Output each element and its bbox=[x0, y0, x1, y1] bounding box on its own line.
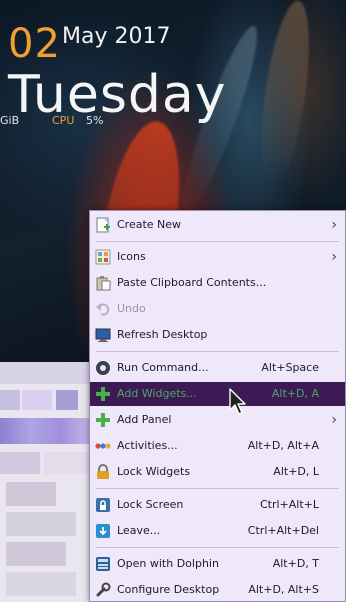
menu-item-shortcut: Alt+D, A bbox=[271, 387, 319, 400]
menu-item-undo[interactable]: Undo bbox=[90, 297, 345, 321]
menu-item-run-command[interactable]: Run Command... Alt+Space bbox=[90, 356, 345, 380]
menu-item-refresh-desktop[interactable]: Refresh Desktop bbox=[90, 323, 345, 347]
leave-icon bbox=[95, 523, 111, 539]
paste-icon bbox=[95, 275, 111, 291]
menu-item-paste-clipboard[interactable]: Paste Clipboard Contents... bbox=[90, 271, 345, 295]
menu-item-add-panel[interactable]: Add Panel › bbox=[90, 408, 345, 432]
run-command-icon bbox=[95, 360, 111, 376]
activities-icon bbox=[95, 438, 111, 454]
menu-item-shortcut: Alt+D, Alt+S bbox=[248, 583, 319, 596]
menu-item-label: Lock Widgets bbox=[117, 465, 191, 478]
menu-item-label: Configure Desktop bbox=[117, 583, 220, 596]
menu-item-label: Add Widgets... bbox=[117, 387, 197, 400]
menu-item-open-with-dolphin[interactable]: Open with Dolphin Alt+D, T bbox=[90, 552, 345, 576]
ram-usage-text: GiB bbox=[0, 114, 20, 127]
menu-item-label: Add Panel bbox=[117, 413, 172, 426]
clock-month-year: May 2017 bbox=[62, 24, 171, 49]
menu-item-label: Refresh Desktop bbox=[117, 328, 208, 341]
lock-icon bbox=[95, 464, 111, 480]
undo-icon bbox=[95, 301, 111, 317]
lock-screen-icon bbox=[95, 497, 111, 513]
menu-item-icons[interactable]: Icons › bbox=[90, 245, 345, 269]
chevron-right-icon: › bbox=[331, 249, 337, 265]
menu-item-label: Undo bbox=[117, 302, 146, 315]
plus-icon bbox=[95, 386, 111, 402]
menu-item-shortcut: Ctrl+Alt+L bbox=[259, 498, 319, 511]
menu-item-create-new[interactable]: Create New › bbox=[90, 213, 345, 237]
cpu-label: CPU bbox=[52, 114, 75, 127]
desktop-context-menu: Create New › Icons › Paste Clipboard Con… bbox=[89, 210, 346, 602]
icons-grid-icon bbox=[95, 249, 111, 265]
menu-item-shortcut: Alt+D, T bbox=[272, 557, 319, 570]
chevron-right-icon: › bbox=[331, 412, 337, 428]
menu-item-shortcut: Ctrl+Alt+Del bbox=[247, 524, 319, 537]
menu-item-label: Icons bbox=[117, 250, 146, 263]
wallpaper-streak bbox=[251, 0, 319, 192]
desktop-icon bbox=[95, 327, 111, 343]
menu-item-add-widgets[interactable]: Add Widgets... Alt+D, A bbox=[90, 382, 345, 406]
menu-item-label: Open with Dolphin bbox=[117, 557, 219, 570]
menu-item-lock-screen[interactable]: Lock Screen Ctrl+Alt+L bbox=[90, 493, 345, 517]
menu-item-activities[interactable]: Activities... Alt+D, Alt+A bbox=[90, 434, 345, 458]
menu-item-label: Lock Screen bbox=[117, 498, 184, 511]
menu-separator bbox=[96, 488, 339, 489]
wrench-icon bbox=[95, 582, 111, 598]
clock-weekday: Tuesday bbox=[8, 65, 227, 125]
menu-item-shortcut: Alt+Space bbox=[261, 361, 319, 374]
menu-item-label: Activities... bbox=[117, 439, 178, 452]
menu-item-label: Leave... bbox=[117, 524, 161, 537]
menu-item-lock-widgets[interactable]: Lock Widgets Alt+D, L bbox=[90, 460, 345, 484]
menu-item-leave[interactable]: Leave... Ctrl+Alt+Del bbox=[90, 519, 345, 543]
new-document-icon bbox=[95, 217, 111, 233]
menu-item-configure-desktop[interactable]: Configure Desktop Alt+D, Alt+S bbox=[90, 578, 345, 602]
menu-item-label: Create New bbox=[117, 218, 182, 231]
clock-day: 02 bbox=[8, 21, 61, 67]
chevron-right-icon: › bbox=[331, 217, 337, 233]
menu-separator bbox=[96, 241, 339, 242]
menu-separator bbox=[96, 351, 339, 352]
menu-item-label: Run Command... bbox=[117, 361, 209, 374]
menu-item-label: Paste Clipboard Contents... bbox=[117, 276, 267, 289]
menu-item-shortcut: Alt+D, L bbox=[273, 465, 319, 478]
plus-icon bbox=[95, 412, 111, 428]
menu-item-shortcut: Alt+D, Alt+A bbox=[247, 439, 319, 452]
cpu-value: 5% bbox=[86, 114, 104, 127]
dolphin-icon bbox=[95, 556, 111, 572]
mouse-cursor-icon bbox=[229, 388, 246, 415]
blurred-background-window bbox=[0, 362, 92, 602]
menu-separator bbox=[96, 547, 339, 548]
